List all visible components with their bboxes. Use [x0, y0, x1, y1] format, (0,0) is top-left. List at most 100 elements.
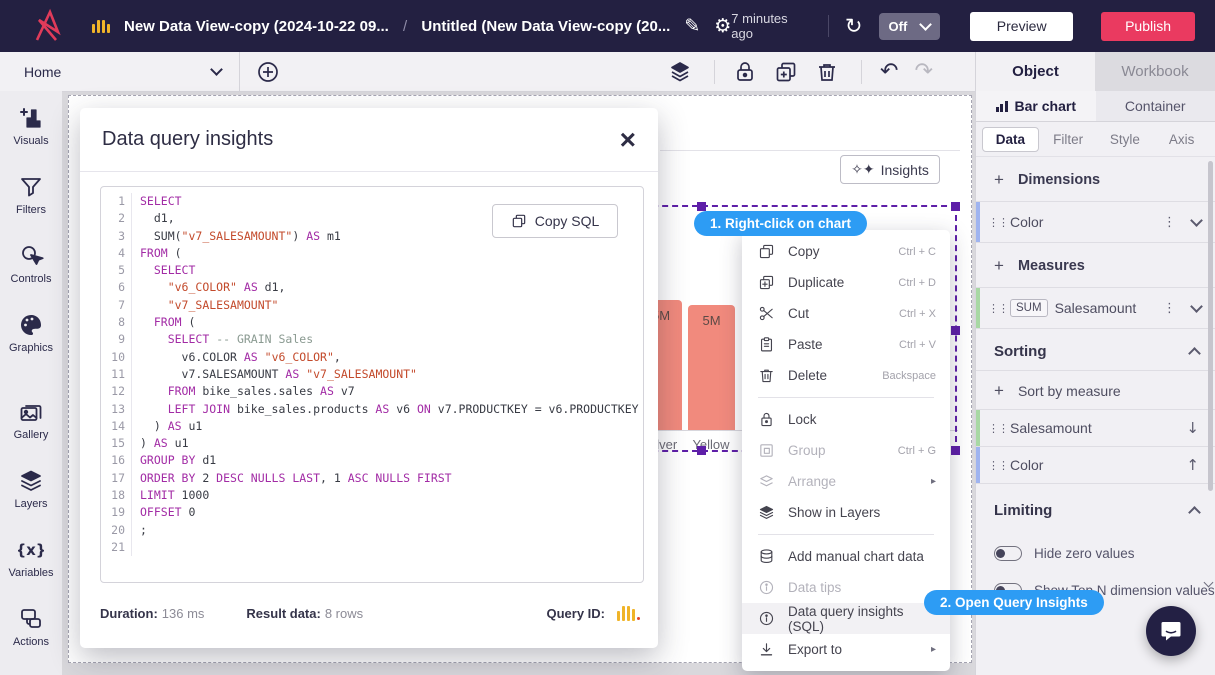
sidebar-item-gallery[interactable]: Gallery: [0, 399, 62, 441]
modal-title: Data query insights: [102, 128, 273, 151]
selection-handle[interactable]: [697, 446, 706, 455]
breadcrumb-dataview[interactable]: New Data View-copy (2024-10-22 09...: [124, 18, 389, 35]
hide-zero-values-toggle[interactable]: Hide zero values: [976, 535, 1215, 572]
tab-container[interactable]: Container: [1096, 91, 1215, 121]
line-number: 11: [101, 366, 132, 383]
toggle-off-icon[interactable]: [994, 546, 1022, 561]
lock-toolbar-icon[interactable]: [733, 60, 757, 84]
sidebar-item-graphics[interactable]: Graphics: [0, 312, 62, 354]
breadcrumb-workbook-title[interactable]: Untitled (New Data View-copy (20...: [421, 18, 670, 35]
plus-icon: +: [994, 384, 1004, 398]
delete-toolbar-icon[interactable]: [815, 60, 839, 84]
drag-handle-icon[interactable]: ⋮⋮: [988, 302, 1002, 315]
limiting-section-header[interactable]: Limiting: [976, 484, 1215, 529]
menu-item-cut[interactable]: CutCtrl + X: [742, 298, 950, 329]
menu-item-label: Paste: [788, 337, 823, 352]
tab-axis[interactable]: Axis: [1154, 128, 1209, 151]
sorting-section-header[interactable]: Sorting: [976, 329, 1215, 370]
undo-icon[interactable]: ↶: [880, 61, 898, 83]
sql-code-viewer[interactable]: 1SELECT2 d1,3 SUM("v7_SALESAMOUNT") AS m…: [100, 186, 644, 583]
code-line: 8 FROM (: [101, 314, 643, 331]
menu-item-copy[interactable]: CopyCtrl + C: [742, 236, 950, 267]
sort-descending-icon[interactable]: ↓: [1186, 419, 1199, 437]
code-line: 4FROM (: [101, 245, 643, 262]
menu-item-paste[interactable]: PasteCtrl + V: [742, 329, 950, 360]
redo-icon[interactable]: ↷: [914, 61, 932, 83]
download-icon: [758, 641, 775, 658]
duplicate-toolbar-icon[interactable]: [774, 60, 798, 84]
page-selector-dropdown[interactable]: Home: [0, 52, 240, 91]
code-line: 19OFFSET 0: [101, 504, 643, 521]
tab-workbook[interactable]: Workbook: [1095, 52, 1215, 91]
close-icon[interactable]: ×: [620, 128, 636, 152]
sidebar-item-controls[interactable]: Controls: [0, 243, 62, 285]
sidebar-item-visuals[interactable]: Visuals: [0, 105, 62, 147]
tab-filter[interactable]: Filter: [1041, 128, 1096, 151]
add-dimension-button[interactable]: + Dimensions: [976, 157, 1215, 201]
tab-style[interactable]: Style: [1098, 128, 1153, 151]
tab-object[interactable]: Object: [975, 52, 1095, 91]
publish-button[interactable]: Publish: [1101, 12, 1195, 41]
selection-handle[interactable]: [697, 202, 706, 211]
sidebar-item-label: Gallery: [14, 429, 49, 441]
dimension-row-color[interactable]: ⋮⋮ Color ⋮: [976, 201, 1215, 243]
tab-bar-chart[interactable]: Bar chart: [976, 91, 1096, 121]
sidebar-item-variables[interactable]: {x}Variables: [0, 537, 62, 579]
page-selector-value: Home: [24, 64, 61, 80]
tab-data[interactable]: Data: [982, 127, 1039, 152]
selection-handle[interactable]: [951, 326, 960, 335]
sort-ascending-icon[interactable]: ↑: [1186, 456, 1199, 474]
preview-button[interactable]: Preview: [970, 12, 1073, 41]
menu-item-lock[interactable]: Lock: [742, 404, 950, 435]
add-item-icon[interactable]: [256, 60, 280, 84]
breadcrumb: New Data View-copy (2024-10-22 09... / U…: [124, 18, 670, 35]
drag-handle-icon[interactable]: ⋮⋮: [988, 459, 1002, 472]
add-sort-by-measure-button[interactable]: + Sort by measure: [976, 371, 1215, 409]
query-id-loading-icon: [617, 606, 640, 621]
code-text: d1,: [132, 210, 175, 227]
menu-item-data-query-insights[interactable]: Data query insights (SQL): [742, 603, 950, 634]
sort-row-salesamount[interactable]: ⋮⋮ Salesamount ↓: [976, 409, 1215, 447]
autorefresh-dropdown[interactable]: Off: [879, 13, 941, 40]
sidebar-item-actions[interactable]: Actions: [0, 606, 62, 648]
selection-handle[interactable]: [951, 202, 960, 211]
code-text: FROM (: [132, 314, 195, 331]
layers-toolbar-icon[interactable]: [668, 60, 692, 84]
add-measure-button[interactable]: + Measures: [976, 243, 1215, 287]
cut-icon: [758, 305, 775, 322]
copy-sql-button[interactable]: Copy SQL: [492, 204, 618, 238]
kebab-menu-icon[interactable]: ⋮: [1163, 301, 1176, 316]
settings-gear-icon[interactable]: ⚙: [714, 15, 731, 37]
sort-row-color[interactable]: ⋮⋮ Color ↑: [976, 447, 1215, 484]
drag-handle-icon[interactable]: ⋮⋮: [988, 422, 1002, 435]
menu-item-delete[interactable]: DeleteBackspace: [742, 360, 950, 391]
panel-scrollbar[interactable]: [1208, 161, 1213, 491]
aggregation-chip[interactable]: SUM: [1010, 299, 1048, 317]
kebab-menu-icon[interactable]: ⋮: [1163, 215, 1176, 230]
code-text: [132, 539, 140, 556]
edit-title-icon[interactable]: ✎: [684, 15, 700, 37]
chevron-down-icon[interactable]: [1190, 214, 1203, 227]
line-number: 17: [101, 470, 132, 487]
insights-button[interactable]: ✧✦ Insights: [840, 155, 940, 184]
menu-item-show-in-layers[interactable]: Show in Layers: [742, 497, 950, 528]
menu-item-duplicate[interactable]: DuplicateCtrl + D: [742, 267, 950, 298]
menu-item-export-to[interactable]: Export to▸: [742, 634, 950, 665]
selection-handle[interactable]: [951, 446, 960, 455]
show-in-layers-icon: [758, 504, 775, 521]
filters-icon: [18, 174, 44, 200]
drag-handle-icon[interactable]: ⋮⋮: [988, 216, 1002, 229]
sidebar-item-layers[interactable]: Layers: [0, 468, 62, 510]
line-number: 4: [101, 245, 132, 262]
database-icon: [758, 548, 775, 565]
measures-label: Measures: [1018, 258, 1085, 274]
code-text: OFFSET 0: [132, 504, 195, 521]
sidebar-item-filters[interactable]: Filters: [0, 174, 62, 216]
canvas-toolbar: Home ↶ ↷ Object Workbook: [0, 52, 1215, 92]
chevron-down-icon[interactable]: [1190, 300, 1203, 313]
brand-logo-icon[interactable]: [32, 7, 66, 45]
menu-item-add-manual-chart-data[interactable]: Add manual chart data: [742, 541, 950, 572]
support-chat-button[interactable]: [1146, 606, 1196, 656]
measure-row-salesamount[interactable]: ⋮⋮ SUM Salesamount ⋮: [976, 287, 1215, 329]
refresh-icon[interactable]: ↻: [845, 14, 863, 38]
